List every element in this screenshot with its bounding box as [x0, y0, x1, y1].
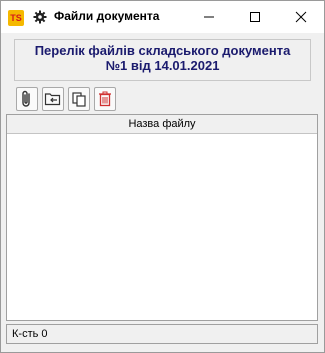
title-bar[interactable]: TS Файли документа [1, 1, 324, 33]
close-button[interactable] [278, 1, 324, 33]
maximize-icon [250, 12, 260, 22]
open-folder-icon [44, 93, 61, 106]
trash-icon [99, 91, 111, 107]
open-file-button[interactable] [42, 87, 64, 111]
status-bar: К-сть 0 [6, 324, 318, 344]
header-title-line: Перелік файлів складського документа [34, 43, 291, 58]
copy-file-button[interactable] [68, 87, 90, 111]
minimize-button[interactable] [186, 1, 232, 33]
file-count-label: К-сть 0 [12, 328, 48, 340]
maximize-button[interactable] [232, 1, 278, 33]
ts-app-icon: TS [8, 10, 24, 26]
gear-icon [33, 10, 47, 24]
document-header-panel: Перелік файлів складського документа №1 … [14, 39, 311, 81]
paperclip-icon [22, 90, 30, 107]
header-document-number: №1 від 14.01.2021 [105, 58, 220, 73]
window-title: Файли документа [54, 9, 160, 23]
minimize-icon [204, 16, 214, 18]
copy-icon [72, 92, 86, 107]
delete-file-button[interactable] [94, 87, 116, 111]
attach-file-button[interactable] [16, 87, 38, 111]
file-list-window: TS Файли документа Перелік файлів складс… [0, 0, 325, 353]
close-icon [295, 11, 307, 23]
files-grid[interactable]: Назва файлу [6, 114, 318, 321]
column-header-file-name[interactable]: Назва файлу [7, 115, 317, 134]
